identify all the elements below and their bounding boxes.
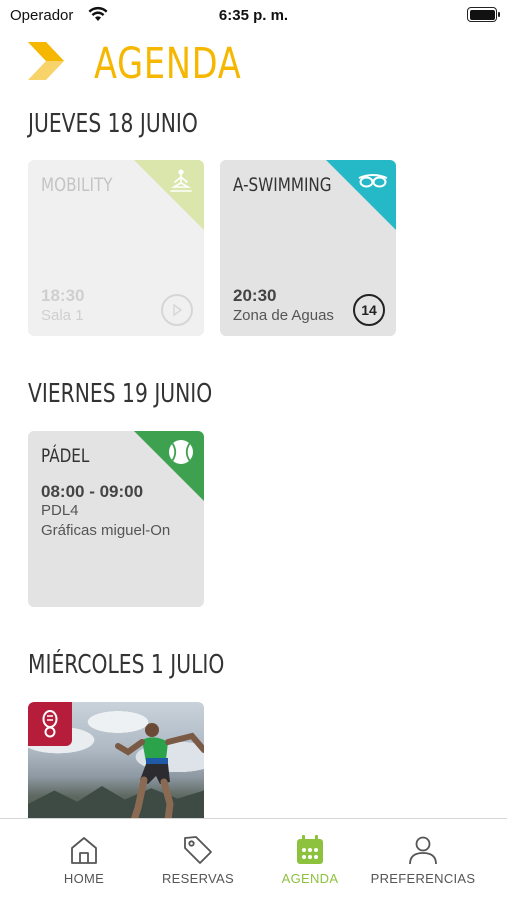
status-bar: Operador 6:35 p. m. — [0, 0, 507, 32]
tag-icon — [181, 833, 215, 867]
tab-label: PREFERENCIAS — [370, 871, 476, 886]
tab-home[interactable]: HOME — [44, 819, 124, 900]
calendar-icon — [293, 833, 327, 867]
session-card-mobility[interactable]: MOBILITY 18:30 Sala 1 — [28, 160, 204, 336]
back-chevron-icon[interactable] — [24, 40, 68, 82]
tab-label: HOME — [63, 871, 105, 886]
tab-label: RESERVAS — [161, 871, 234, 886]
tab-preferencias[interactable]: PREFERENCIAS — [366, 819, 480, 900]
tab-bar: HOME RESERVAS AGENDA PREFERENCIAS — [0, 818, 507, 900]
home-icon — [67, 833, 101, 867]
play-icon — [161, 294, 193, 326]
tab-reservas[interactable]: RESERVAS — [152, 819, 244, 900]
session-name: MOBILITY — [41, 174, 113, 196]
session-place: Zona de Aguas — [233, 307, 334, 324]
session-name: PÁDEL — [41, 445, 90, 467]
tennis-ball-icon — [166, 439, 196, 465]
session-name: A-SWIMMING — [233, 174, 332, 196]
session-place: PDL4 — [41, 502, 79, 519]
available-spots-badge: 14 — [353, 294, 385, 326]
day-heading: MIÉRCOLES 1 JULIO — [28, 650, 225, 680]
yoga-icon — [166, 168, 196, 194]
day-heading: JUEVES 18 JUNIO — [28, 109, 198, 139]
tab-agenda[interactable]: AGENDA — [270, 819, 350, 900]
status-time: 6:35 p. m. — [218, 7, 289, 24]
swim-goggles-icon — [358, 168, 388, 194]
session-place: Sala 1 — [41, 307, 84, 324]
session-card-a-swimming[interactable]: A-SWIMMING 20:30 Zona de Aguas 14 — [220, 160, 396, 336]
runner-photo — [115, 723, 204, 822]
session-card-padel[interactable]: PÁDEL 08:00 - 09:00 PDL4 Gráficas miguel… — [28, 431, 204, 607]
session-extra: Gráficas miguel-On — [41, 522, 171, 539]
page-title: AGENDA — [94, 39, 242, 89]
session-time: 20:30 — [233, 286, 277, 305]
session-card-trail-run[interactable] — [28, 702, 204, 822]
user-icon — [406, 833, 440, 867]
session-time: 18:30 — [41, 286, 85, 305]
battery-icon — [467, 7, 500, 22]
tab-label: AGENDA — [281, 871, 339, 886]
day-heading: VIERNES 19 JUNIO — [28, 379, 213, 409]
shoe-print-icon — [28, 702, 72, 746]
session-time: 08:00 - 09:00 — [41, 482, 144, 501]
